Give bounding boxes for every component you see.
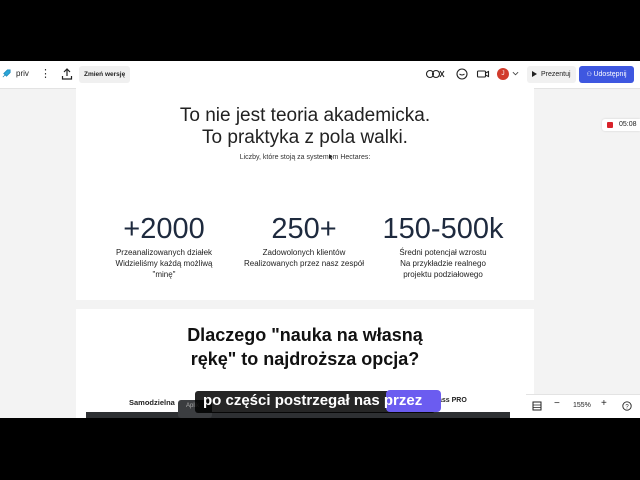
share-label: Udostępnij xyxy=(593,71,627,78)
stat-growth: 150-500k Średni potencjał wzrostu Na prz… xyxy=(373,213,513,280)
zoom-level[interactable]: 155% xyxy=(573,402,591,409)
column-label-self: Samodzielna xyxy=(129,398,175,407)
record-icon xyxy=(607,122,613,128)
zoom-out-icon[interactable]: − xyxy=(554,398,560,409)
stat-value: +2000 xyxy=(123,213,205,245)
share-button[interactable]: ⚇ Udostępnij xyxy=(579,66,634,83)
avatar[interactable]: J xyxy=(497,68,509,80)
present-button[interactable]: Prezentuj xyxy=(527,66,576,83)
slide-1-title-line-1: To nie jest teoria akademicka. xyxy=(179,105,431,126)
zoom-in-icon[interactable]: + xyxy=(601,398,607,409)
editor-canvas: priv ⋮ Zmień wersję J Prezentuj ⚇ Udostę… xyxy=(0,61,640,418)
slide-1[interactable]: To nie jest teoria akademicka. To prakty… xyxy=(76,88,534,300)
mouse-cursor-icon xyxy=(329,154,333,160)
layout-icon[interactable] xyxy=(532,401,542,411)
column-label-pro: ass PRO xyxy=(438,394,478,412)
slide-2-title: Dlaczego "nauka na własną rękę" to najdr… xyxy=(187,325,423,369)
stat-label: Średni potencjał wzrostu Na przykładzie … xyxy=(399,248,487,279)
change-version-button[interactable]: Zmień wersję xyxy=(79,66,131,83)
chevron-down-icon[interactable] xyxy=(512,70,519,77)
zoom-bar: − 155% + ? xyxy=(526,394,640,418)
top-toolbar: priv ⋮ Zmień wersję J Prezentuj ⚇ Udostę… xyxy=(0,61,640,89)
stat-label: Zadowolonych klientów Realizowanych prze… xyxy=(243,248,365,268)
stat-value: 150-500k xyxy=(382,213,504,245)
play-icon xyxy=(532,70,537,77)
comment-icon[interactable] xyxy=(455,67,469,81)
caption-text: po części postrzegał nas przez xyxy=(203,392,423,409)
file-name[interactable]: priv xyxy=(16,69,29,78)
recording-timer[interactable]: 05:08 xyxy=(602,119,640,131)
video-icon[interactable] xyxy=(476,67,490,81)
rocket-icon[interactable] xyxy=(1,68,12,79)
present-label: Prezentuj xyxy=(541,71,571,78)
slide-1-title-line-2: To praktyka z pola walki. xyxy=(202,127,408,148)
stat-value: 250+ xyxy=(271,213,337,245)
more-options-icon[interactable]: ⋮ xyxy=(40,66,51,82)
timer-value: 05:08 xyxy=(619,121,637,128)
slide-1-subtitle: Liczby, które stoją za systemem Hectares… xyxy=(239,154,371,161)
upload-icon[interactable] xyxy=(60,67,74,81)
stat-parcels: +2000 Przeanalizowanych działek Widzieli… xyxy=(94,213,234,280)
help-icon[interactable]: ? xyxy=(622,401,632,411)
stat-label: Przeanalizowanych działek Widzieliśmy ka… xyxy=(115,248,213,279)
stat-clients: 250+ Zadowolonych klientów Realizowanych… xyxy=(234,213,374,269)
collaboration-icon[interactable] xyxy=(425,67,445,81)
